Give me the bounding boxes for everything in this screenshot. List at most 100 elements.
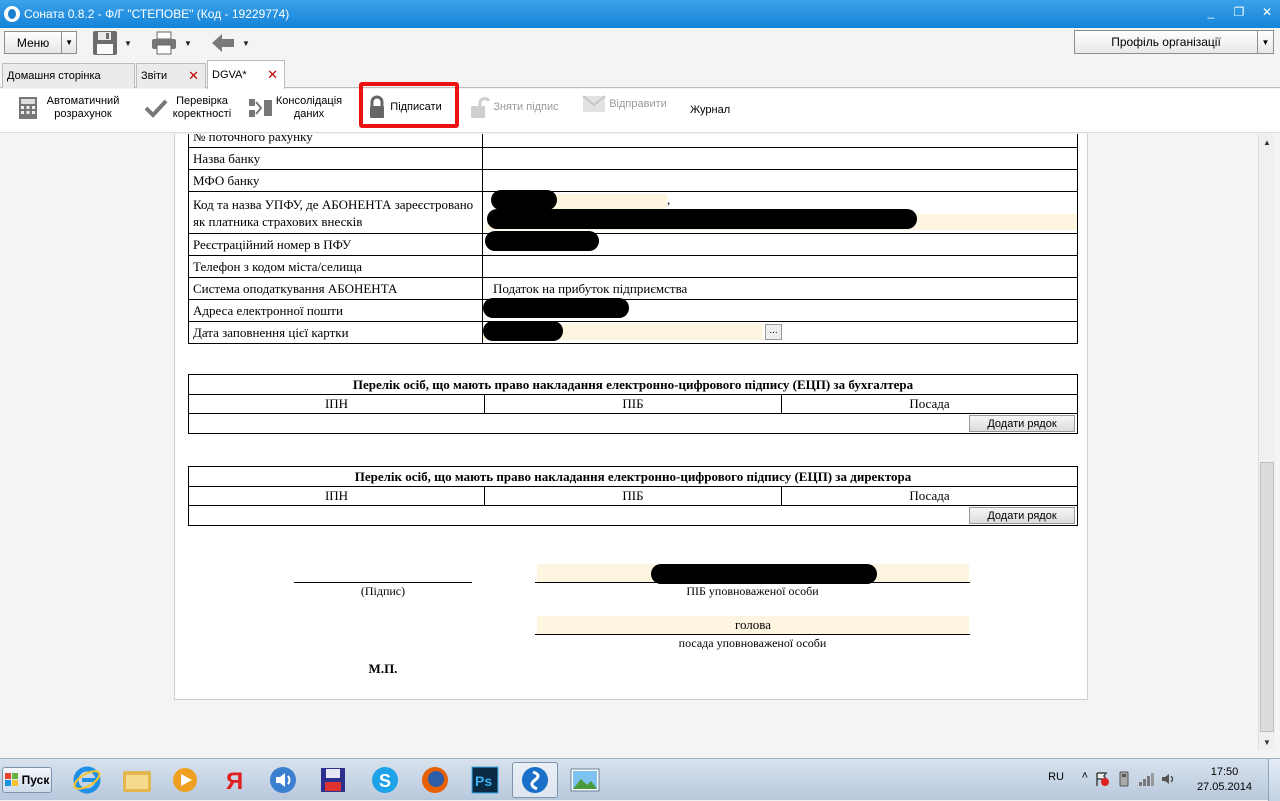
table-row: МФО банку	[188, 169, 1078, 192]
taskbar-explorer[interactable]	[114, 762, 160, 798]
field-label: МФО банку	[188, 169, 483, 192]
taskbar-yandex[interactable]: Я	[210, 762, 256, 798]
consolidate-label: Консолідація даних	[275, 95, 343, 120]
redaction-mark	[491, 190, 557, 210]
save-icon	[93, 31, 117, 55]
fill-date-field[interactable]: ...	[482, 321, 1078, 344]
field-label: Реєстраційний номер в ПФУ	[188, 233, 483, 256]
start-label: Пуск	[21, 773, 50, 787]
clock-date: 27.05.2014	[1196, 781, 1252, 793]
journal-label: Журнал	[690, 104, 731, 116]
title-bar[interactable]: Соната 0.8.2 - Ф/Г "СТЕПОВЕ" (Код - 1922…	[0, 0, 1280, 28]
taskbar-save-app[interactable]	[310, 762, 356, 798]
action-center-flag-icon[interactable]	[1094, 771, 1110, 787]
document-area: № поточного рахунку Назва банку МФО банк…	[0, 134, 1258, 750]
profile-button[interactable]: Профіль організації ▼	[1074, 30, 1274, 54]
chevron-down-icon[interactable]: ▼	[184, 39, 192, 48]
taskbar-image-viewer[interactable]	[562, 762, 608, 798]
taskbar-ie[interactable]	[64, 762, 110, 798]
tab-dgva[interactable]: DGVA* ✕	[207, 60, 285, 89]
internet-explorer-icon	[73, 766, 101, 794]
printer-icon	[152, 31, 176, 55]
bank-mfo-field[interactable]	[482, 169, 1078, 192]
scroll-thumb[interactable]	[1260, 462, 1274, 732]
windows-logo-icon	[4, 773, 18, 786]
floppy-disk-icon	[321, 768, 345, 792]
tab-home[interactable]: Домашня сторінка	[2, 63, 135, 88]
taskbar-skype[interactable]: S	[362, 762, 408, 798]
picture-icon	[570, 768, 600, 792]
sign-highlight-annotation	[359, 82, 459, 128]
bank-name-field[interactable]	[482, 147, 1078, 170]
sonata-app-icon	[522, 767, 548, 793]
journal-button[interactable]: Журнал	[690, 104, 730, 117]
send-button[interactable]: Відправити	[582, 95, 670, 113]
show-desktop-button[interactable]	[1268, 759, 1280, 801]
consolidate-button[interactable]: Консолідація даних	[248, 95, 344, 121]
position-field[interactable]: голова	[537, 616, 969, 634]
clock[interactable]: 17:50 27.05.2014	[1197, 765, 1252, 795]
save-button[interactable]: ▼	[92, 30, 132, 56]
auto-calc-label: Автоматичний розрахунок	[46, 95, 120, 120]
chevron-down-icon[interactable]: ▼	[61, 32, 76, 53]
check-button[interactable]: Перевірка коректності	[144, 95, 236, 121]
close-icon[interactable]: ✕	[267, 67, 278, 83]
table-row: Додати рядок	[188, 505, 1078, 526]
print-button[interactable]: ▼	[150, 30, 192, 56]
window-controls: _ ❐ ✕	[1204, 5, 1274, 19]
position-label: посада уповноваженої особи	[678, 636, 827, 650]
add-row-button[interactable]: Додати рядок	[969, 415, 1075, 432]
minimize-button[interactable]: _	[1204, 5, 1218, 19]
language-indicator[interactable]: RU	[1048, 771, 1064, 783]
close-icon[interactable]: ✕	[188, 68, 199, 84]
unsign-button[interactable]: Зняти підпис	[470, 95, 562, 119]
tab-bar: Домашня сторінка Звіти ✕ DGVA* ✕	[0, 60, 1280, 89]
tax-system-field[interactable]: Податок на прибуток підприємства	[482, 277, 1078, 300]
tab-reports[interactable]: Звіти ✕	[136, 63, 206, 88]
add-row-button[interactable]: Додати рядок	[969, 507, 1075, 524]
scroll-up-icon[interactable]: ▲	[1259, 134, 1275, 150]
usb-device-icon[interactable]	[1116, 771, 1132, 787]
arrow-left-icon	[212, 34, 234, 52]
date-picker-button[interactable]: ...	[765, 324, 782, 340]
show-hidden-icons[interactable]: ˄	[1082, 770, 1088, 782]
signature-label: (Підпис)	[360, 584, 406, 598]
taskbar-firefox[interactable]	[412, 762, 458, 798]
restore-button[interactable]: ❐	[1232, 5, 1246, 19]
pib-label: ПІБ уповноваженої особи	[686, 584, 819, 598]
chevron-down-icon[interactable]: ▼	[1257, 31, 1273, 53]
vertical-scrollbar[interactable]: ▲ ▼	[1258, 134, 1275, 750]
calculator-icon	[19, 97, 37, 119]
speaker-icon	[270, 767, 296, 793]
redaction-mark	[651, 564, 877, 584]
start-button[interactable]: Пуск	[2, 767, 52, 793]
taskbar-photoshop[interactable]: Ps	[462, 762, 508, 798]
menu-button[interactable]: Меню ▼	[4, 31, 77, 54]
tab-label: Домашня сторінка	[7, 70, 101, 82]
account-number-field[interactable]	[482, 134, 1078, 148]
envelope-icon	[582, 95, 606, 112]
tab-label: DGVA*	[212, 69, 247, 81]
column-header: Посада	[781, 394, 1078, 414]
auto-calc-button[interactable]: Автоматичний розрахунок	[18, 95, 128, 121]
phone-field[interactable]	[482, 255, 1078, 278]
taskbar-audio[interactable]	[260, 762, 306, 798]
scroll-down-icon[interactable]: ▼	[1259, 734, 1275, 750]
chevron-down-icon[interactable]: ▼	[124, 39, 132, 48]
taskbar-sonata[interactable]	[512, 762, 558, 798]
svg-text:Ps: Ps	[475, 773, 492, 789]
back-button[interactable]: ▼	[210, 30, 250, 56]
send-label: Відправити	[609, 97, 667, 110]
taskbar-media-player[interactable]	[162, 762, 208, 798]
close-button[interactable]: ✕	[1260, 5, 1274, 19]
column-header: ІПН	[188, 394, 485, 414]
director-signers-table: Перелік осіб, що мають право накладання …	[188, 466, 1078, 526]
redaction-mark	[485, 231, 599, 251]
network-signal-icon[interactable]	[1138, 771, 1156, 787]
volume-icon[interactable]	[1160, 771, 1178, 787]
clock-time: 17:50	[1210, 766, 1239, 778]
document-page: № поточного рахунку Назва банку МФО банк…	[174, 134, 1088, 700]
chevron-down-icon[interactable]: ▼	[242, 39, 250, 48]
table-row: Дата заповнення цієї картки ...	[188, 321, 1078, 344]
column-header: ІПН	[188, 486, 485, 506]
